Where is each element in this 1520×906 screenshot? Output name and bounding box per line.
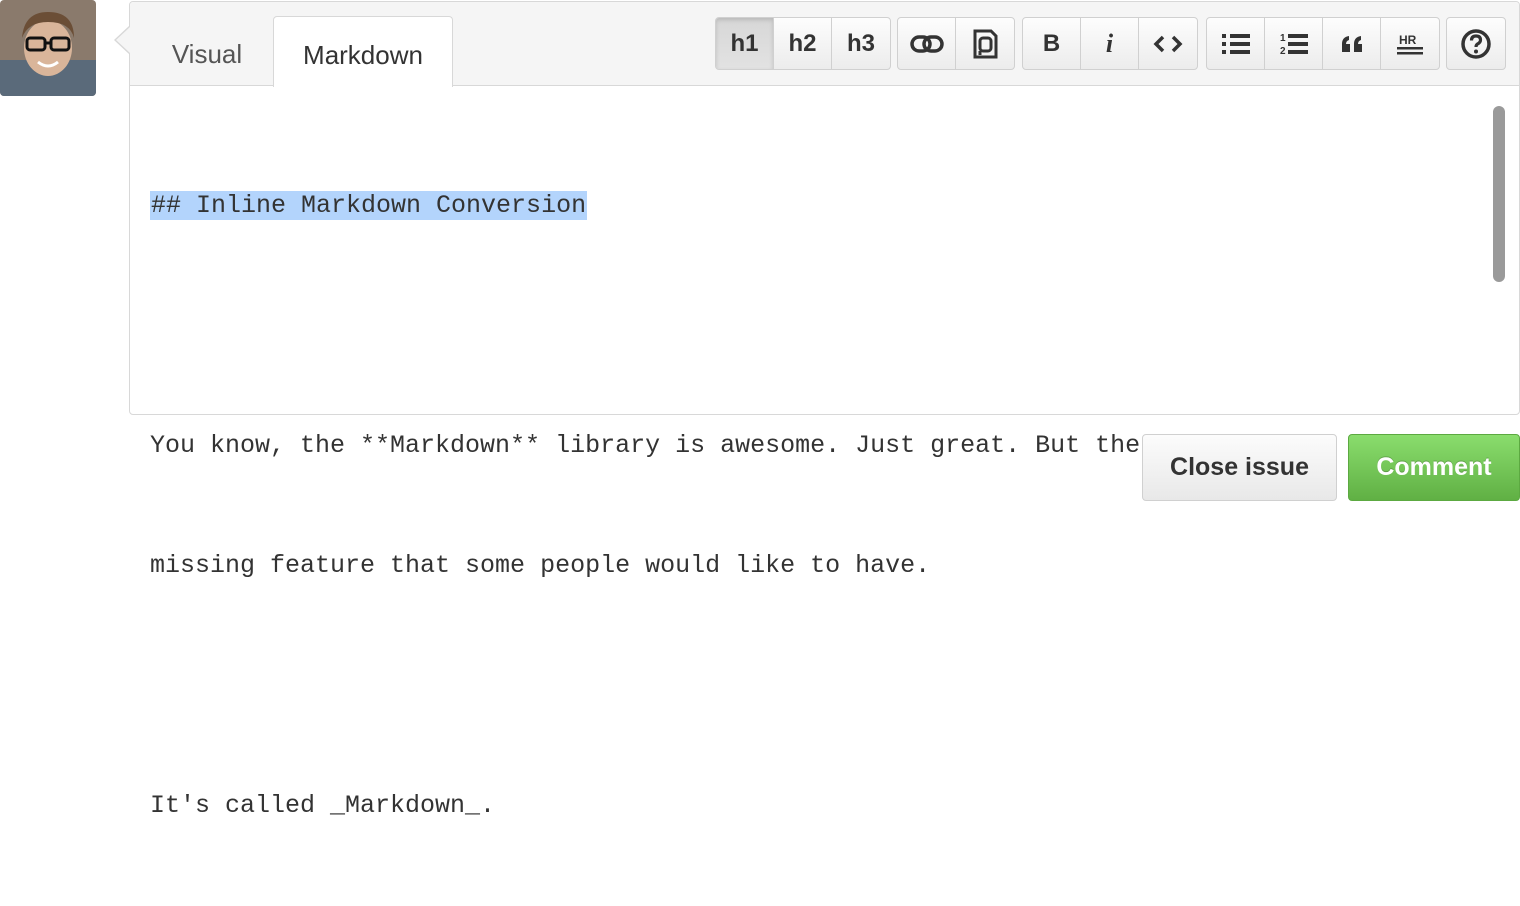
vertical-scrollbar[interactable]: [1493, 106, 1505, 282]
markdown-textarea[interactable]: ## Inline Markdown Conversion You know, …: [150, 106, 1480, 906]
code-button[interactable]: [1139, 18, 1197, 69]
ordered-list-button[interactable]: 1 2: [1265, 18, 1323, 69]
link-button-group: [897, 17, 1015, 70]
svg-text:HR: HR: [1399, 33, 1417, 47]
tab-markdown[interactable]: Markdown: [273, 16, 453, 87]
editor-header: Visual Markdown h1 h2 h3 B i 1 2 HR: [130, 2, 1519, 87]
h2-button[interactable]: h2: [774, 18, 832, 69]
editor-pointer-fill: [116, 27, 130, 53]
h3-button[interactable]: h3: [832, 18, 890, 69]
comment-editor: Visual Markdown h1 h2 h3 B i 1 2 HR ## I…: [129, 1, 1520, 820]
close-issue-button[interactable]: Close issue: [1142, 434, 1337, 501]
code-icon: [1153, 35, 1183, 52]
format-button-group: B i: [1022, 17, 1198, 70]
quote-button[interactable]: [1323, 18, 1381, 69]
help-button-group: [1446, 17, 1506, 70]
italic-button[interactable]: i: [1081, 18, 1139, 69]
quote-icon: [1341, 35, 1362, 52]
list-button-group: 1 2 HR: [1206, 17, 1440, 70]
comment-button[interactable]: Comment: [1348, 434, 1520, 501]
horizontal-rule-button[interactable]: HR: [1381, 18, 1439, 69]
avatar[interactable]: [0, 0, 96, 96]
bold-button[interactable]: B: [1023, 18, 1081, 69]
unordered-list-button[interactable]: [1207, 18, 1265, 69]
svg-text:1: 1: [1280, 33, 1286, 44]
help-button[interactable]: [1447, 18, 1505, 69]
editor-line: missing feature that some people would l…: [150, 551, 931, 580]
unordered-list-icon: [1221, 33, 1250, 54]
help-icon: [1461, 28, 1491, 59]
link-button[interactable]: [898, 18, 956, 69]
mention-icon: [973, 29, 998, 58]
horizontal-rule-icon: HR: [1397, 33, 1423, 54]
link-icon: [909, 34, 944, 53]
editor-line: ## Inline Markdown Conversion: [150, 186, 1480, 226]
editor-line: It's called _Markdown_.: [150, 791, 496, 820]
tab-visual[interactable]: Visual: [140, 16, 274, 87]
h1-button[interactable]: h1: [716, 18, 774, 69]
svg-text:2: 2: [1280, 46, 1286, 56]
selected-text: ## Inline Markdown Conversion: [150, 191, 588, 220]
heading-button-group: h1 h2 h3: [715, 17, 891, 70]
mention-button[interactable]: [956, 18, 1014, 69]
ordered-list-icon: 1 2: [1280, 33, 1308, 56]
